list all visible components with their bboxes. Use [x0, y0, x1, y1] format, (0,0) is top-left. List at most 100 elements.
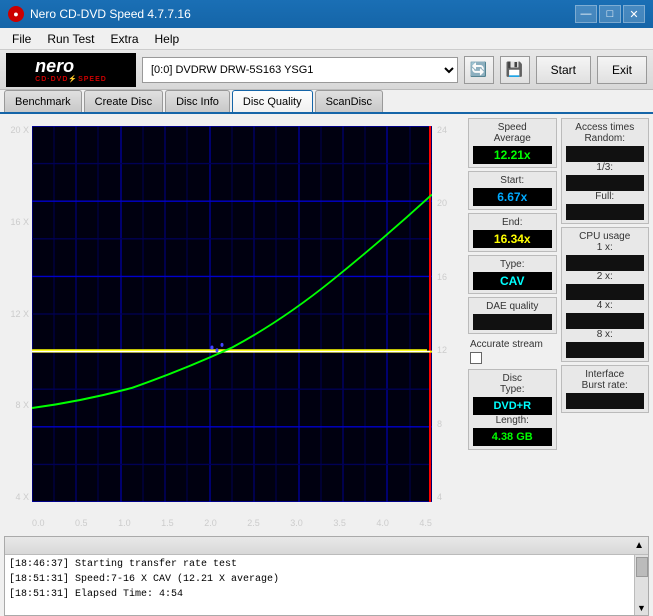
- y-axis-right: 24 20 16 12 8 4: [434, 126, 464, 502]
- log-line-2: [18:51:31] Speed:7-16 X CAV (12.21 X ave…: [9, 572, 644, 587]
- right-panel: Speed Average 12.21x Start: 6.67x End: 1…: [468, 114, 653, 536]
- y-label-r-8: 8: [437, 420, 442, 429]
- cpu-4x-label: 4 x:: [566, 300, 645, 311]
- disc-type-label: Type:: [473, 384, 552, 395]
- title-bar: ● Nero CD-DVD Speed 4.7.7.16 — □ ✕: [0, 0, 653, 28]
- accurate-stream-label: Accurate stream: [470, 339, 555, 350]
- menu-extra[interactable]: Extra: [102, 30, 146, 48]
- menu-help[interactable]: Help: [147, 30, 188, 48]
- y-label-r-12: 12: [437, 346, 447, 355]
- log-header: ▲: [5, 537, 648, 555]
- maximize-button[interactable]: □: [599, 5, 621, 23]
- panel-columns: Speed Average 12.21x Start: 6.67x End: 1…: [468, 118, 649, 532]
- log-line-1: [18:46:37] Starting transfer rate test: [9, 557, 644, 572]
- exit-button[interactable]: Exit: [597, 56, 647, 84]
- cpu-1x-label: 1 x:: [566, 242, 645, 253]
- x-label-05: 0.5: [75, 518, 88, 528]
- log-scroll-down[interactable]: ▼: [637, 603, 646, 613]
- y-label-4x: 4 X: [15, 493, 29, 502]
- cpu-usage-label: CPU usage: [566, 231, 645, 242]
- log-content: [18:46:37] Starting transfer rate test […: [5, 555, 648, 604]
- x-label-25: 2.5: [247, 518, 260, 528]
- random-value: [566, 146, 645, 162]
- x-label-30: 3.0: [290, 518, 303, 528]
- cpu-8x-label: 8 x:: [566, 329, 645, 340]
- cpu-usage-section: CPU usage 1 x: 2 x: 4 x: 8 x:: [561, 227, 650, 362]
- access-times-label: Access times: [566, 122, 645, 133]
- y-label-r-20: 20: [437, 199, 447, 208]
- x-axis: 0.0 0.5 1.0 1.5 2.0 2.5 3.0 3.5 4.0 4.5: [32, 518, 432, 528]
- tab-benchmark[interactable]: Benchmark: [4, 90, 82, 112]
- tab-disc-info[interactable]: Disc Info: [165, 90, 230, 112]
- chart-svg: [32, 126, 432, 502]
- accurate-stream-section: Accurate stream: [468, 337, 557, 366]
- y-label-r-4: 4: [437, 493, 442, 502]
- tab-disc-quality[interactable]: Disc Quality: [232, 90, 313, 112]
- average-label: Average: [473, 133, 552, 144]
- tab-scan-disc[interactable]: ScanDisc: [315, 90, 383, 112]
- disc-length-value: 4.38 GB: [473, 428, 552, 446]
- refresh-button[interactable]: 🔄: [464, 56, 494, 84]
- minimize-button[interactable]: —: [575, 5, 597, 23]
- toolbar: nero CD·DVD⚡SPEED [0:0] DVDRW DRW-5S163 …: [0, 50, 653, 90]
- log-scroll-up[interactable]: ▲: [634, 540, 644, 551]
- start-label: Start:: [473, 175, 552, 186]
- log-scroll-thumb[interactable]: [636, 557, 648, 577]
- tab-create-disc[interactable]: Create Disc: [84, 90, 163, 112]
- speed-label: Speed: [473, 122, 552, 133]
- cpu-4x-value: [566, 313, 645, 329]
- save-button[interactable]: 💾: [500, 56, 530, 84]
- menu-file[interactable]: File: [4, 30, 39, 48]
- type-section: Type: CAV: [468, 255, 557, 294]
- type-value: CAV: [473, 272, 552, 290]
- interface-section: Interface Burst rate:: [561, 365, 650, 413]
- menu-run-test[interactable]: Run Test: [39, 30, 102, 48]
- logo-nero: nero: [35, 57, 107, 75]
- dae-section: DAE quality: [468, 297, 557, 334]
- app-icon: ●: [8, 6, 24, 22]
- app-title: Nero CD-DVD Speed 4.7.7.16: [30, 7, 191, 21]
- logo: nero CD·DVD⚡SPEED: [6, 53, 136, 87]
- disc-section: Disc Type: DVD+R Length: 4.38 GB: [468, 369, 557, 450]
- y-label-8x: 8 X: [15, 401, 29, 410]
- full-label: Full:: [566, 191, 645, 202]
- right-col: Access times Random: 1/3: Full: CPU usag…: [561, 118, 650, 532]
- accurate-stream-checkbox[interactable]: [470, 352, 482, 364]
- start-value: 6.67x: [473, 188, 552, 206]
- end-label: End:: [473, 217, 552, 228]
- drive-select[interactable]: [0:0] DVDRW DRW-5S163 YSG1: [142, 57, 458, 83]
- disc-label: Disc: [473, 373, 552, 384]
- accurate-stream-row: [470, 352, 555, 364]
- end-value: 16.34x: [473, 230, 552, 248]
- onethird-value: [566, 175, 645, 191]
- speed-section: Speed Average 12.21x: [468, 118, 557, 168]
- log-scrollbar[interactable]: ▼: [634, 555, 648, 615]
- log-area: ▲ [18:46:37] Starting transfer rate test…: [4, 536, 649, 616]
- title-bar-left: ● Nero CD-DVD Speed 4.7.7.16: [8, 6, 191, 22]
- x-label-0: 0.0: [32, 518, 45, 528]
- x-label-40: 4.0: [376, 518, 389, 528]
- x-label-45: 4.5: [419, 518, 432, 528]
- disc-type-value: DVD+R: [473, 397, 552, 415]
- y-label-12x: 12 X: [10, 310, 29, 319]
- burst-rate-value: [566, 393, 645, 409]
- cpu-8x-value: [566, 342, 645, 358]
- type-label: Type:: [473, 259, 552, 270]
- cpu-2x-value: [566, 284, 645, 300]
- average-value: 12.21x: [473, 146, 552, 164]
- y-label-20x: 20 X: [10, 126, 29, 135]
- onethird-label: 1/3:: [566, 162, 645, 173]
- title-controls: — □ ✕: [575, 5, 645, 23]
- dae-value: [473, 314, 552, 330]
- main-content: 20 X 16 X 12 X 8 X 4 X: [0, 114, 653, 536]
- disc-length-label: Length:: [473, 415, 552, 426]
- left-col: Speed Average 12.21x Start: 6.67x End: 1…: [468, 118, 557, 532]
- close-button[interactable]: ✕: [623, 5, 645, 23]
- start-button[interactable]: Start: [536, 56, 591, 84]
- interface-label: Interface: [566, 369, 645, 380]
- x-label-15: 1.5: [161, 518, 174, 528]
- end-speed: End: 16.34x: [468, 213, 557, 252]
- log-line-3: [18:51:31] Elapsed Time: 4:54: [9, 587, 644, 602]
- burst-rate-label: Burst rate:: [566, 380, 645, 391]
- chart-container: 20 X 16 X 12 X 8 X 4 X: [4, 118, 464, 532]
